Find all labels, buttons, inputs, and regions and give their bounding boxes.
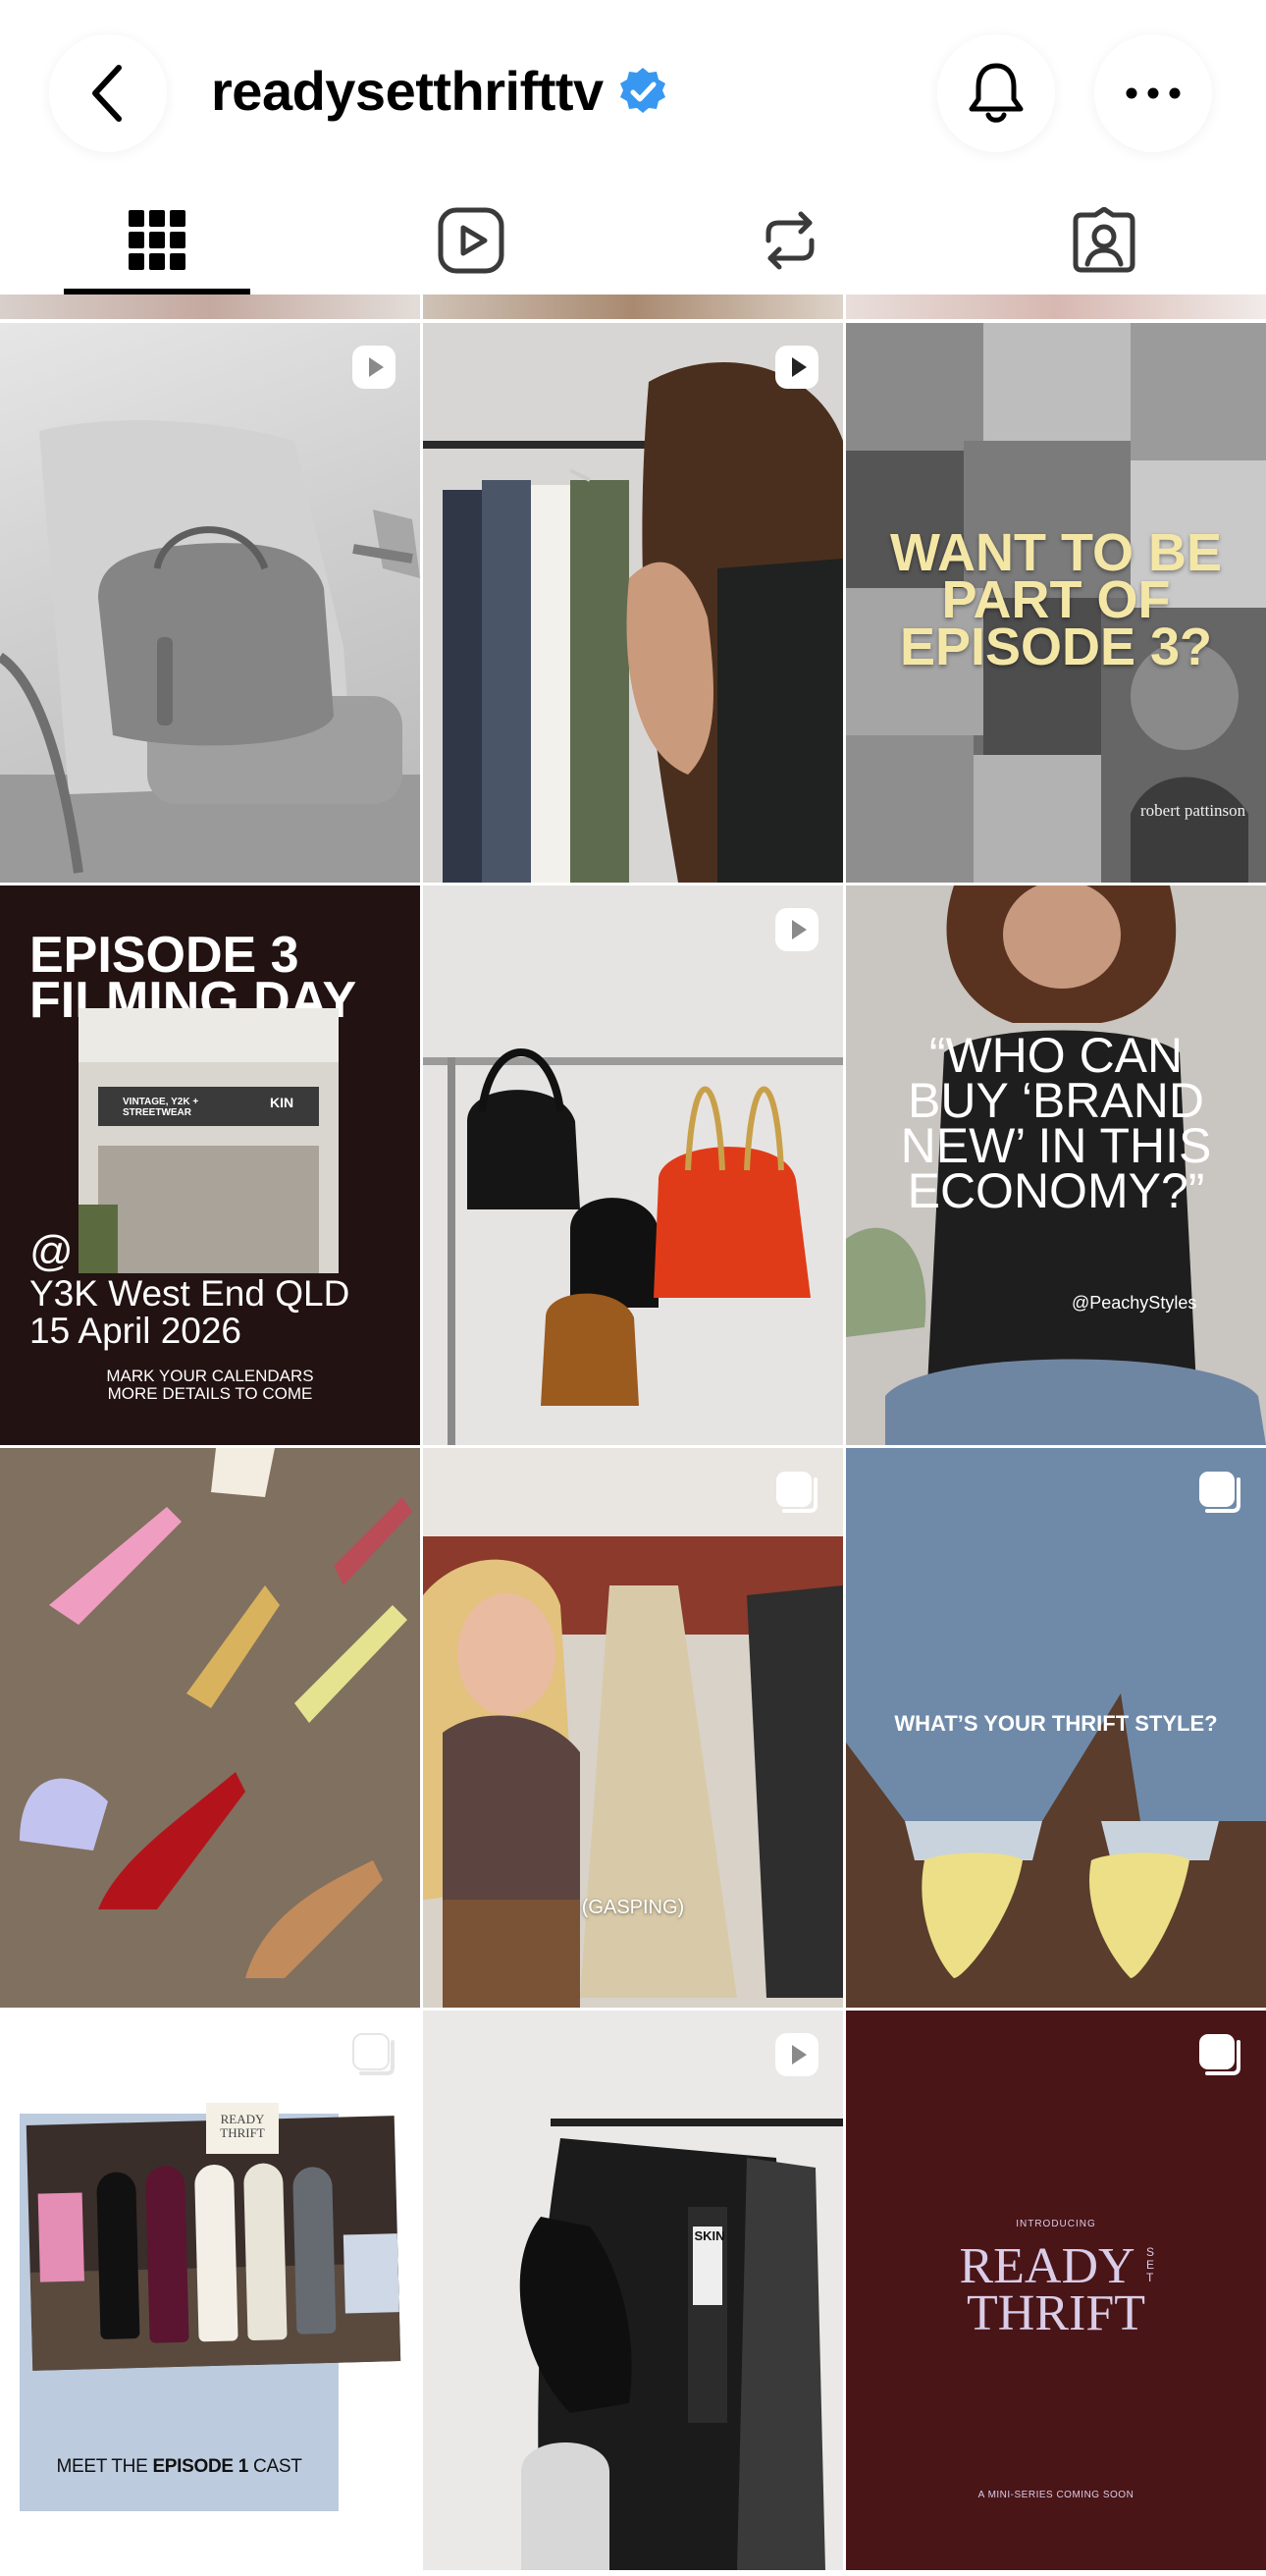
tab-reels[interactable]: [378, 187, 564, 295]
post-image: [0, 1448, 420, 2008]
quote-overlay: “WHO CAN BUY ‘BRAND NEW’ IN THIS ECONOMY…: [900, 1028, 1212, 1218]
cast-photo: [26, 2116, 401, 2371]
quote-handle: @PeachyStyles: [1072, 1293, 1197, 1313]
post-image: [423, 323, 843, 883]
post-tile[interactable]: “WHO CAN BUY ‘BRAND NEW’ IN THIS ECONOMY…: [846, 886, 1266, 1445]
carousel-icon: [1199, 2034, 1240, 2075]
intro-label: INTRODUCING: [1016, 2219, 1096, 2229]
ellipsis-icon: [1126, 87, 1181, 99]
series-tagline: A MINI-SERIES COMING SOON: [977, 2490, 1134, 2500]
carousel-icon: [1199, 1472, 1240, 1513]
tagged-icon: [1073, 207, 1135, 273]
post-at: @: [29, 1227, 74, 1275]
carousel-icon: [776, 1472, 818, 1513]
notifications-button[interactable]: [937, 34, 1055, 152]
back-button[interactable]: [49, 34, 167, 152]
post-image: [423, 1448, 843, 2008]
tag-label: SKIN: [694, 2228, 725, 2243]
verified-badge-icon: [619, 67, 665, 113]
reel-icon: [352, 346, 396, 389]
post-note-line2: MORE DETAILS TO COME: [107, 1384, 313, 1403]
series-title-set: SET: [1146, 2245, 1155, 2284]
reel-icon: [775, 2033, 818, 2076]
cast-sign: READY THRIFT: [206, 2103, 279, 2154]
post-tile[interactable]: SKIN: [423, 2011, 843, 2570]
series-title-line1: READY: [959, 2238, 1135, 2294]
post-tile[interactable]: WANT TO BE PART OF EPISODE 3? robert pat…: [846, 323, 1266, 883]
cast-caption: MEET THE EPISODE 1 CAST: [20, 2456, 339, 2478]
post-tile[interactable]: [0, 323, 420, 883]
cast-caption-bold: EPISODE 1: [152, 2456, 249, 2477]
post-tile[interactable]: (GASPING): [423, 1448, 843, 2008]
reel-icon: [775, 346, 818, 389]
cast-caption-suffix: CAST: [248, 2456, 302, 2477]
reposts-icon: [765, 211, 815, 270]
tab-tagged[interactable]: [1011, 187, 1197, 295]
more-options-button[interactable]: [1094, 34, 1212, 152]
reels-icon: [438, 207, 504, 274]
profile-header: readysetthrifttv: [0, 0, 1266, 187]
bell-icon: [969, 63, 1024, 123]
tab-grid[interactable]: [64, 187, 250, 295]
post-tile[interactable]: [0, 1448, 420, 2008]
reel-icon: [775, 908, 818, 951]
post-tile[interactable]: READY THRIFT MEET THE EPISODE 1 CAST: [0, 2011, 420, 2570]
previous-row-strip: [0, 295, 420, 319]
profile-tabs: [0, 187, 1266, 295]
profile-username: readysetthrifttv: [211, 59, 668, 123]
post-location: Y3K West End QLD: [29, 1273, 350, 1314]
overlay-caption: robert pattinson: [1140, 801, 1246, 820]
carousel-icon: [352, 2033, 395, 2075]
post-tile[interactable]: [423, 886, 843, 1445]
grid-icon: [129, 210, 185, 270]
store-sign-2: KIN: [270, 1095, 294, 1110]
series-title-line2: THRIFT: [967, 2285, 1145, 2341]
previous-row-strip: [846, 295, 1266, 319]
store-sign: VINTAGE, Y2K + STREETWEAR: [123, 1097, 199, 1118]
post-tile[interactable]: INTRODUCING READY SET THRIFT A MINI-SERI…: [846, 2011, 1266, 2570]
post-note-line1: MARK YOUR CALENDARS: [106, 1367, 314, 1385]
tab-reposts[interactable]: [697, 187, 883, 295]
store-photo: VINTAGE, Y2K + STREETWEAR KIN: [79, 1008, 339, 1273]
post-tile[interactable]: WHAT’S YOUR THRIFT STYLE?: [846, 1448, 1266, 2008]
post-image: [423, 2011, 843, 2570]
post-tile[interactable]: [423, 323, 843, 883]
post-tile[interactable]: EPISODE 3 FILMING DAY VINTAGE, Y2K + STR…: [0, 886, 420, 1445]
posts-grid: WANT TO BE PART OF EPISODE 3? robert pat…: [0, 295, 1266, 2576]
overlay-question: WHAT’S YOUR THRIFT STYLE?: [894, 1711, 1218, 1736]
username-text: readysetthrifttv: [211, 60, 604, 122]
chevron-left-icon: [92, 65, 122, 122]
post-image: [423, 1048, 843, 1445]
overlay-headline: WANT TO BE PART OF EPISODE 3?: [889, 523, 1222, 676]
previous-row-strip: [423, 295, 843, 319]
cast-caption-prefix: MEET THE: [56, 2456, 153, 2477]
post-image: [0, 420, 420, 883]
post-date: 15 April 2026: [29, 1311, 242, 1351]
post-caption: (GASPING): [581, 1897, 685, 1918]
